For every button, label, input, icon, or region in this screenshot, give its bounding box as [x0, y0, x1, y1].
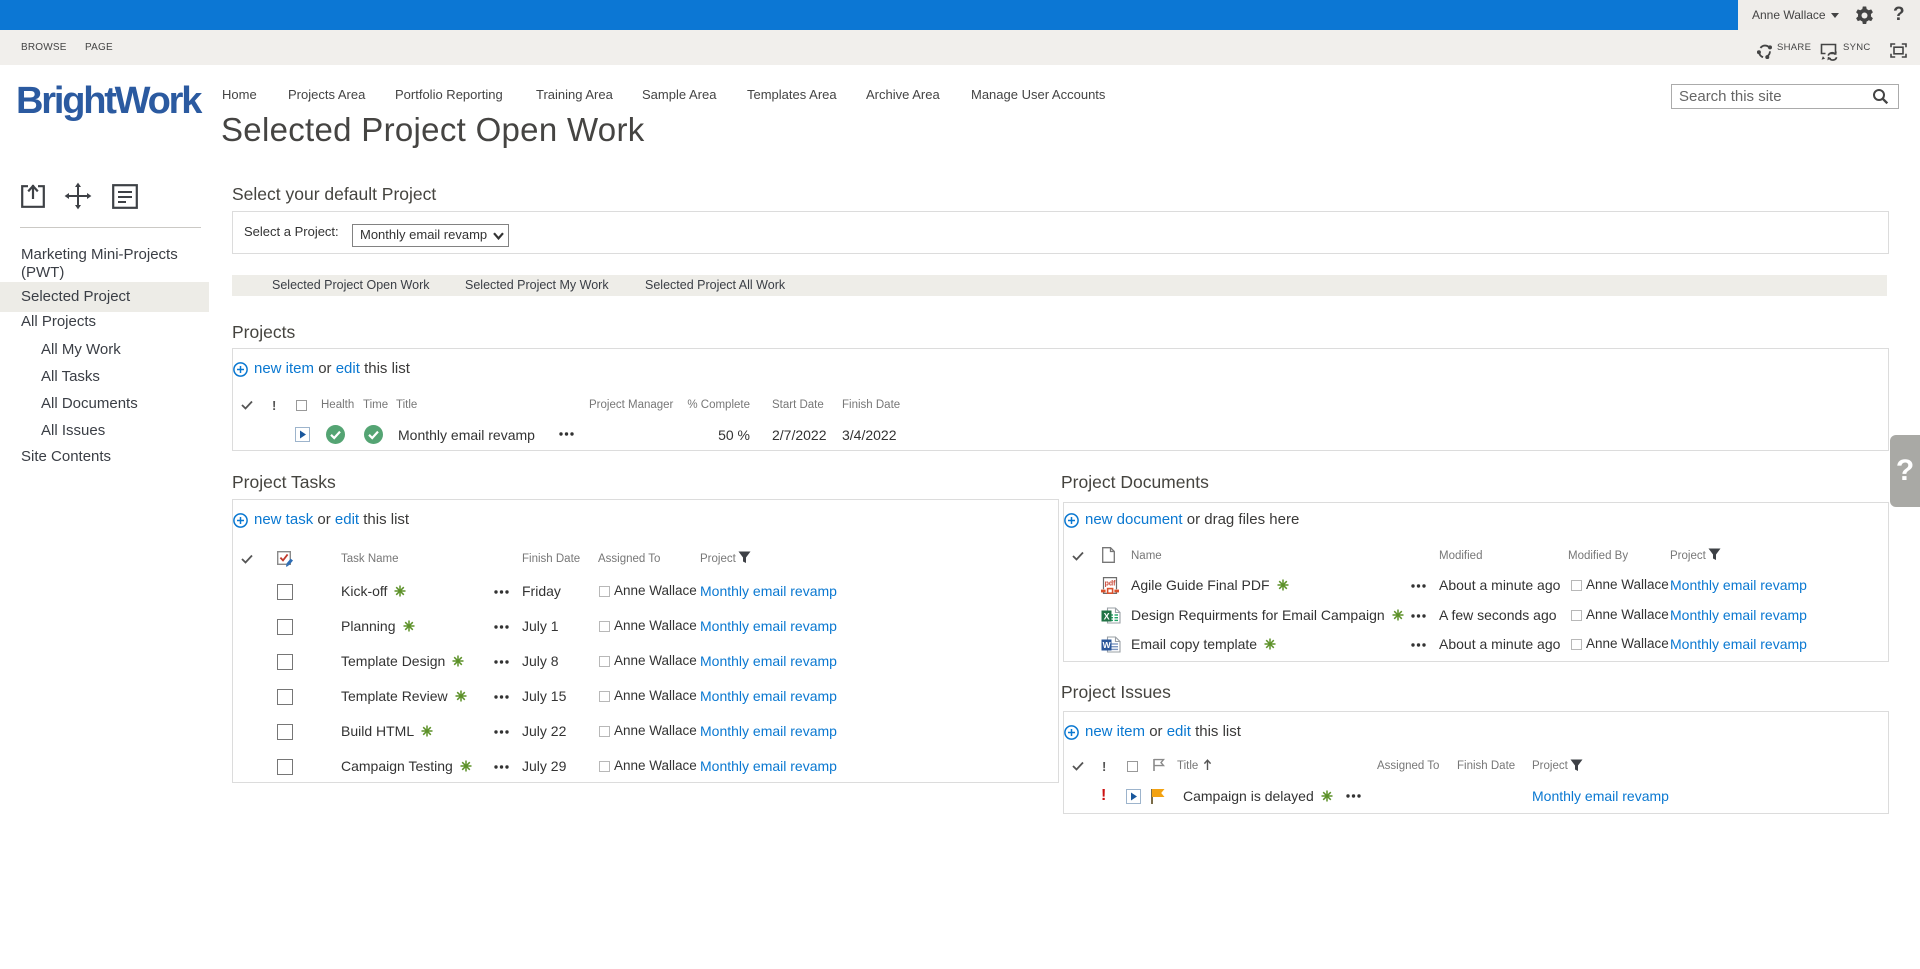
svg-text:X: X	[1104, 611, 1110, 621]
svg-text:W: W	[1103, 640, 1112, 650]
svg-text:pdf: pdf	[1105, 581, 1117, 588]
